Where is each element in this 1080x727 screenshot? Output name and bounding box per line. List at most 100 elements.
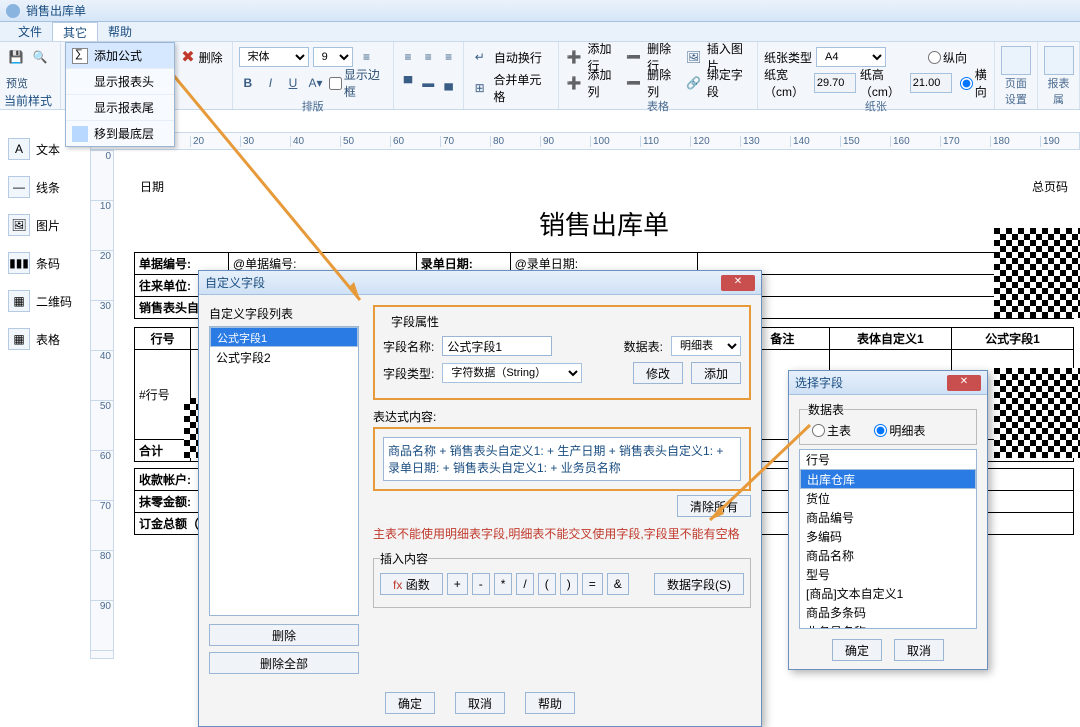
dialog-close-button[interactable]: ✕: [721, 275, 755, 291]
add-col-icon[interactable]: ➕: [565, 73, 584, 93]
font-color-icon[interactable]: A▾: [306, 73, 325, 93]
del-row-icon[interactable]: ➖: [625, 47, 644, 67]
delete-label: 删除: [199, 49, 223, 66]
paper-type-select[interactable]: A4: [816, 47, 886, 67]
modify-button[interactable]: 修改: [633, 362, 683, 384]
landscape-radio[interactable]: 横向: [960, 66, 988, 100]
popup-list-item[interactable]: [商品]文本自定义1: [800, 584, 976, 603]
delete-x-icon[interactable]: ✖: [181, 47, 194, 67]
add-button[interactable]: 添加: [691, 362, 741, 384]
dd-add-formula[interactable]: 添加公式: [66, 43, 174, 69]
valign-top-icon[interactable]: ▀: [400, 73, 416, 93]
add-row-icon[interactable]: ➕: [565, 47, 584, 67]
merge-cells-icon[interactable]: ⊞: [470, 78, 490, 98]
function-button[interactable]: fx 函数: [380, 573, 443, 595]
qrcode-icon: ▦: [8, 290, 30, 312]
valign-mid-icon[interactable]: ▬: [420, 73, 436, 93]
del-col-icon[interactable]: ➖: [625, 73, 644, 93]
popup-list-item[interactable]: 商品多条码: [800, 603, 976, 622]
popup-list-item[interactable]: 多编码: [800, 527, 976, 546]
preview-icon[interactable]: 🔍: [30, 47, 50, 67]
data-field-button[interactable]: 数据字段(S): [654, 573, 744, 595]
op-div[interactable]: /: [516, 573, 533, 595]
popup-title: 选择字段: [795, 374, 843, 391]
field-list-item[interactable]: 公式字段2: [210, 347, 358, 368]
bind-field-icon[interactable]: 🔗: [684, 73, 703, 93]
popup-list-item[interactable]: 商品编号: [800, 508, 976, 527]
popup-list-item[interactable]: 业务员名称: [800, 622, 976, 629]
popup-cancel-button[interactable]: 取消: [894, 639, 944, 661]
popup-field-list[interactable]: 行号出库仓库货位商品编号多编码商品名称型号[商品]文本自定义1商品多条码业务员名…: [799, 449, 977, 629]
show-border-checkbox[interactable]: 显示边框: [329, 66, 387, 100]
op-minus[interactable]: -: [472, 573, 490, 595]
tool-barcode[interactable]: ▮▮▮条码: [0, 244, 90, 282]
dialog-cancel-button[interactable]: 取消: [455, 692, 505, 714]
popup-list-item[interactable]: 货位: [800, 489, 976, 508]
dialog-help-button[interactable]: 帮助: [525, 692, 575, 714]
menu-file[interactable]: 文件: [8, 22, 52, 41]
align-center-icon[interactable]: ≡: [420, 47, 436, 67]
underline-icon[interactable]: U: [284, 73, 303, 93]
expression-textarea[interactable]: 商品名称 + 销售表头自定义1: + 生产日期 + 销售表头自定义1: + 录单…: [383, 437, 741, 481]
insert-image-icon[interactable]: 🖼: [684, 47, 703, 67]
op-amp[interactable]: &: [607, 573, 629, 595]
delete-all-field-button[interactable]: 删除全部: [209, 652, 359, 674]
field-type-select[interactable]: 字符数据（String）: [442, 363, 582, 383]
save-icon[interactable]: 💾: [6, 47, 26, 67]
op-eq[interactable]: =: [582, 573, 603, 595]
window-title: 销售出库单: [26, 2, 86, 19]
menu-other[interactable]: 其它: [52, 22, 98, 41]
dd-show-header-label: 显示报表头: [94, 73, 154, 90]
popup-list-item[interactable]: 出库仓库: [800, 469, 976, 489]
tool-image[interactable]: 🖼图片: [0, 206, 90, 244]
popup-list-item[interactable]: 型号: [800, 565, 976, 584]
dd-show-header[interactable]: 显示报表头: [66, 69, 174, 95]
op-mul[interactable]: *: [494, 573, 513, 595]
op-plus[interactable]: +: [447, 573, 468, 595]
menu-bar: 文件 其它 帮助: [0, 22, 1080, 42]
clear-all-button[interactable]: 清除所有: [677, 495, 751, 517]
popup-list-item[interactable]: 商品名称: [800, 546, 976, 565]
paper-width-input[interactable]: [814, 73, 856, 93]
italic-icon[interactable]: I: [261, 73, 280, 93]
image-icon: 🖼: [8, 214, 30, 236]
table-caption: 表格: [565, 98, 751, 114]
popup-close-button[interactable]: ✕: [947, 375, 981, 391]
qr-bottom: [994, 368, 1080, 458]
op-rparen[interactable]: ): [560, 573, 578, 595]
dd-move-bottom[interactable]: 移到最底层: [66, 121, 174, 146]
bold-icon[interactable]: B: [239, 73, 258, 93]
tool-qrcode[interactable]: ▦二维码: [0, 282, 90, 320]
page-setup-button[interactable]: [1001, 46, 1031, 75]
delete-field-button[interactable]: 删除: [209, 624, 359, 646]
menu-help[interactable]: 帮助: [98, 22, 142, 41]
field-name-input[interactable]: [442, 336, 552, 356]
align-right-icon[interactable]: ≡: [440, 47, 456, 67]
autowrap-icon[interactable]: ↵: [470, 47, 490, 67]
detail-table-radio[interactable]: 明细表: [874, 422, 925, 439]
current-style-label: 当前样式: [4, 92, 62, 109]
report-prop-button[interactable]: [1044, 46, 1074, 75]
field-listbox[interactable]: 公式字段1 公式字段2: [209, 326, 359, 616]
tool-table[interactable]: ▦表格: [0, 320, 90, 358]
font-size-select[interactable]: 9: [313, 47, 353, 67]
line-icon: —: [8, 176, 30, 198]
align-icon[interactable]: ≡: [357, 47, 377, 67]
report-title: 销售出库单: [134, 199, 1074, 252]
main-table-radio[interactable]: 主表: [812, 422, 851, 439]
dd-show-footer[interactable]: 显示报表尾: [66, 95, 174, 121]
data-table-select[interactable]: 明细表: [671, 336, 741, 356]
field-list-item[interactable]: 公式字段1: [210, 327, 358, 347]
align-left-icon[interactable]: ≡: [400, 47, 416, 67]
portrait-radio[interactable]: 纵向: [928, 49, 967, 66]
dialog-ok-button[interactable]: 确定: [385, 692, 435, 714]
valign-bot-icon[interactable]: ▄: [440, 73, 456, 93]
autowrap-label: 自动换行: [494, 49, 542, 66]
layout-caption: 排版: [239, 98, 387, 114]
font-family-select[interactable]: 宋体: [239, 47, 309, 67]
popup-list-item[interactable]: 行号: [800, 450, 976, 469]
tool-line[interactable]: —线条: [0, 168, 90, 206]
popup-ok-button[interactable]: 确定: [832, 639, 882, 661]
op-lparen[interactable]: (: [538, 573, 556, 595]
paper-height-input[interactable]: [910, 73, 952, 93]
